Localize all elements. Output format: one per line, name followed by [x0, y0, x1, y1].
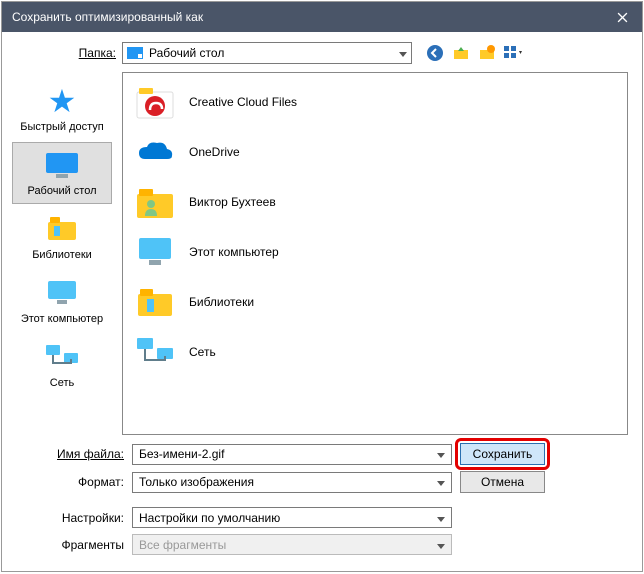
list-item[interactable]: Библиотеки — [133, 277, 617, 327]
chevron-down-icon — [437, 511, 445, 525]
fragments-label: Фрагменты — [16, 538, 124, 552]
view-menu-button[interactable] — [502, 42, 524, 64]
window-title: Сохранить оптимизированный как — [12, 10, 602, 24]
user-folder-icon — [133, 182, 177, 222]
folder-toolbar: Папка: Рабочий стол — [2, 32, 642, 72]
desktop-icon — [44, 149, 80, 181]
folder-label: Папка: — [16, 46, 116, 60]
list-item[interactable]: Сеть — [133, 327, 617, 377]
desktop-icon — [127, 47, 143, 59]
file-list[interactable]: Creative Cloud Files OneDrive Виктор Бух… — [122, 72, 628, 435]
folder-up-icon — [452, 44, 470, 62]
computer-icon — [133, 232, 177, 272]
up-button[interactable] — [450, 42, 472, 64]
list-item[interactable]: Creative Cloud Files — [133, 77, 617, 127]
network-icon — [44, 341, 80, 373]
folder-dropdown-text: Рабочий стол — [149, 46, 224, 60]
sidebar-item-label: Рабочий стол — [27, 185, 96, 197]
filename-label: Имя файла: — [16, 447, 124, 461]
fragments-value: Все фрагменты — [139, 538, 226, 552]
settings-dropdown[interactable]: Настройки по умолчанию — [132, 507, 452, 528]
sidebar-item-label: Этот компьютер — [21, 313, 103, 325]
list-item[interactable]: Виктор Бухтеев — [133, 177, 617, 227]
save-dialog: Сохранить оптимизированный как Папка: Ра… — [1, 1, 643, 572]
chevron-down-icon — [437, 447, 445, 461]
list-item-label: Сеть — [189, 345, 216, 359]
list-item[interactable]: Этот компьютер — [133, 227, 617, 277]
filename-value: Без-имени-2.gif — [139, 447, 224, 461]
save-button[interactable]: Сохранить — [460, 443, 545, 465]
star-icon: ★ — [44, 85, 80, 117]
sidebar-item-label: Быстрый доступ — [20, 121, 104, 133]
folder-dropdown[interactable]: Рабочий стол — [122, 42, 412, 64]
settings-value: Настройки по умолчанию — [139, 511, 280, 525]
settings-label: Настройки: — [16, 511, 124, 525]
view-icon — [503, 44, 523, 62]
close-icon — [617, 12, 628, 23]
fragments-dropdown: Все фрагменты — [132, 534, 452, 555]
sidebar-item-network[interactable]: Сеть — [12, 334, 112, 396]
sidebar-item-libraries[interactable]: Библиотеки — [12, 206, 112, 268]
close-button[interactable] — [602, 2, 642, 32]
cancel-button[interactable]: Отмена — [460, 471, 545, 493]
new-folder-button[interactable] — [476, 42, 498, 64]
format-label: Формат: — [16, 475, 124, 489]
sidebar-item-quick-access[interactable]: ★ Быстрый доступ — [12, 78, 112, 140]
sidebar: ★ Быстрый доступ Рабочий стол Библиотеки — [2, 72, 122, 439]
creative-cloud-icon — [133, 82, 177, 122]
list-item-label: Библиотеки — [189, 295, 254, 309]
list-item-label: OneDrive — [189, 145, 240, 159]
sidebar-item-label: Библиотеки — [32, 249, 92, 261]
chevron-down-icon — [437, 538, 445, 552]
list-item[interactable]: OneDrive — [133, 127, 617, 177]
network-icon — [133, 332, 177, 372]
save-button-highlight: Сохранить — [455, 438, 550, 470]
chevron-down-icon — [399, 46, 407, 60]
format-dropdown[interactable]: Только изображения — [132, 472, 452, 493]
libraries-icon — [44, 213, 80, 245]
list-item-label: Этот компьютер — [189, 245, 279, 259]
list-item-label: Виктор Бухтеев — [189, 195, 276, 209]
new-folder-icon — [478, 44, 496, 62]
format-value: Только изображения — [139, 475, 254, 489]
bottom-panel: Имя файла: Без-имени-2.gif Сохранить Фор… — [2, 439, 642, 571]
computer-icon — [44, 277, 80, 309]
sidebar-item-label: Сеть — [50, 377, 74, 389]
list-item-label: Creative Cloud Files — [189, 95, 297, 109]
sidebar-item-desktop[interactable]: Рабочий стол — [12, 142, 112, 204]
titlebar: Сохранить оптимизированный как — [2, 2, 642, 32]
libraries-icon — [133, 282, 177, 322]
chevron-down-icon — [437, 475, 445, 489]
sidebar-item-this-pc[interactable]: Этот компьютер — [12, 270, 112, 332]
toolbar-icons — [424, 42, 524, 64]
onedrive-icon — [133, 132, 177, 172]
filename-input[interactable]: Без-имени-2.gif — [132, 444, 452, 465]
back-icon — [426, 44, 444, 62]
body-area: ★ Быстрый доступ Рабочий стол Библиотеки — [2, 72, 642, 439]
back-button[interactable] — [424, 42, 446, 64]
